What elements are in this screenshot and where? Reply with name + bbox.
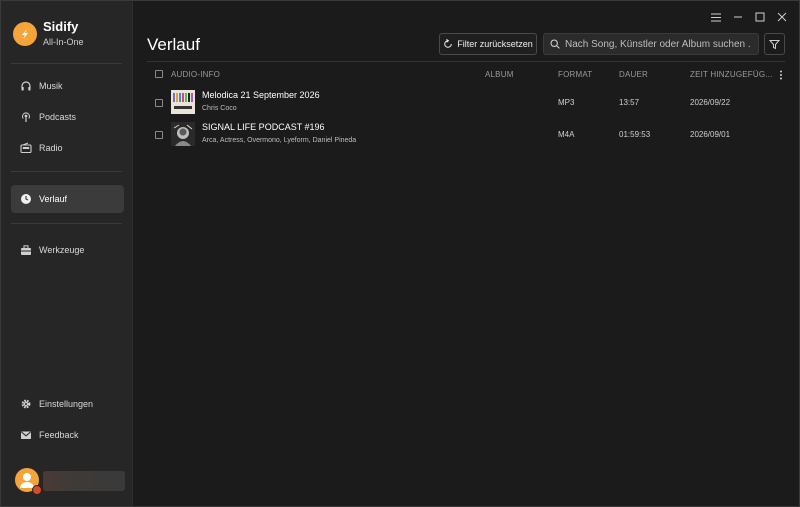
track-duration: 13:57 [619,98,640,107]
close-icon[interactable] [775,10,789,24]
sidebar-item-musik[interactable]: Musik [11,72,124,100]
funnel-icon [769,39,780,49]
track-title: SIGNAL LIFE PODCAST #196 [202,122,325,132]
track-added-date: 2026/09/01 [690,130,731,139]
brand: Sidify All-In-One [13,19,84,48]
sidebar-item-verlauf[interactable]: Verlauf [11,185,124,213]
track-added-date: 2026/09/22 [690,98,731,107]
column-header-zeit-hinzugefuegt[interactable]: ZEIT HINZUGEFÜG... [690,70,773,79]
mail-icon [20,429,32,441]
sidebar-divider [11,171,122,172]
sidebar-item-feedback[interactable]: Feedback [11,421,124,449]
sidebar-item-werkzeuge[interactable]: Werkzeuge [11,236,124,264]
album-cover [171,122,195,146]
clock-icon [20,193,32,205]
column-header-album[interactable]: ALBUM [485,70,514,79]
filter-reset-button[interactable]: Filter zurücksetzen [439,33,537,55]
sidebar-item-label: Podcasts [39,112,77,122]
row-checkbox[interactable] [155,131,163,139]
sidebar-item-label: Einstellungen [39,399,94,409]
column-header-audio-info[interactable]: AUDIO-INFO [171,70,220,79]
user-name-obscured [43,471,125,491]
column-header-format[interactable]: FORMAT [558,70,592,79]
sidebar-item-einstellungen[interactable]: Einstellungen [11,390,124,418]
headphones-icon [20,80,32,92]
page-title: Verlauf [147,35,200,54]
row-checkbox[interactable] [155,99,163,107]
search-icon [550,39,560,49]
menu-icon[interactable] [709,10,723,24]
filter-button[interactable] [764,33,785,55]
status-badge [32,485,42,495]
minimize-icon[interactable] [731,10,745,24]
select-all-checkbox[interactable] [155,70,163,78]
sidebar-item-label: Verlauf [39,194,68,204]
sidebar-item-label: Feedback [39,430,79,440]
main-panel: Verlauf Filter zurücksetzen AUDIO-INFO A… [133,1,799,506]
track-format: MP3 [558,98,575,107]
column-options-icon[interactable] [774,68,788,82]
sidebar-item-label: Radio [39,143,63,153]
brand-name: Sidify [43,19,79,34]
album-cover [171,90,195,114]
app-window: Sidify All-In-One Musik Podcasts Radio V… [0,0,800,507]
sidebar: Sidify All-In-One Musik Podcasts Radio V… [1,1,133,506]
gear-icon [20,398,32,410]
track-title: Melodica 21 September 2026 [202,90,320,100]
track-artist: Arca, Actress, Overmono, Lyeform, Daniel… [202,137,357,144]
sidebar-item-label: Werkzeuge [39,245,85,255]
sidebar-item-label: Musik [39,81,63,91]
search-box[interactable] [543,33,759,55]
sidify-logo-icon [13,21,37,46]
avatar[interactable] [15,468,42,495]
sidebar-item-podcasts[interactable]: Podcasts [11,103,124,131]
track-artist: Chris Coco [202,105,237,112]
sidebar-divider [11,63,122,64]
track-format: M4A [558,130,575,139]
search-input[interactable] [565,38,751,50]
sidebar-divider [11,223,122,224]
reset-icon [444,39,453,48]
track-duration: 01:59:53 [619,130,651,139]
podcast-icon [20,111,32,123]
brand-subtitle: All-In-One [43,37,84,47]
radio-icon [20,142,32,154]
sidebar-item-radio[interactable]: Radio [11,134,124,162]
maximize-icon[interactable] [753,10,767,24]
toolbox-icon [20,244,32,256]
header-divider [147,61,785,62]
column-header-dauer[interactable]: DAUER [619,70,648,79]
filter-reset-label: Filter zurücksetzen [457,39,533,49]
